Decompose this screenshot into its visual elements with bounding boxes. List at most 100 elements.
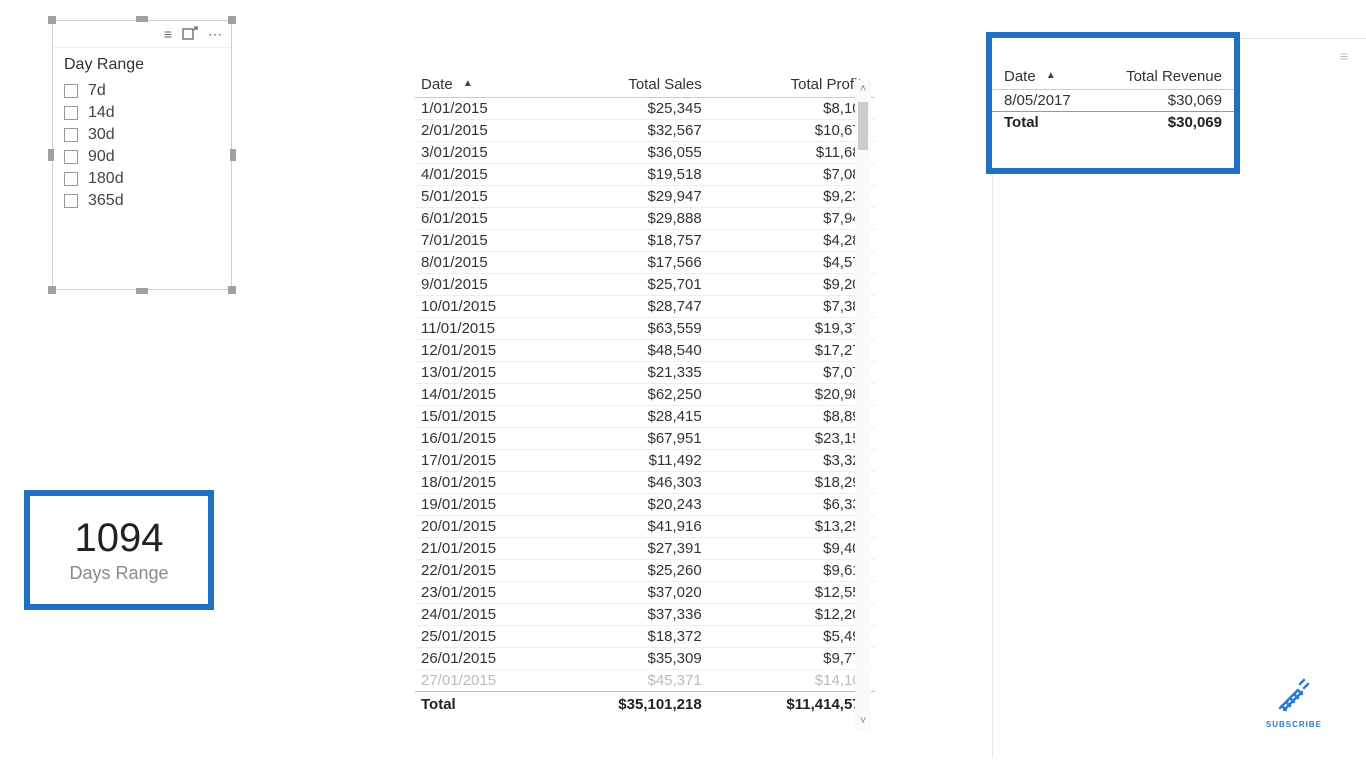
slicer-item-label: 14d xyxy=(88,104,115,122)
slicer-item[interactable]: 14d xyxy=(64,102,220,124)
table-row[interactable]: 23/01/2015$37,020$12,558 xyxy=(415,582,875,604)
cell-sales: $29,947 xyxy=(540,186,707,208)
resize-handle[interactable] xyxy=(228,286,236,294)
slicer-title: Day Range xyxy=(52,48,232,78)
col-date[interactable]: Date ▲ xyxy=(415,72,540,98)
table-row[interactable]: 8/05/2017$30,069 xyxy=(992,90,1234,112)
table-row[interactable]: 13/01/2015$21,335$7,076 xyxy=(415,362,875,384)
scrollbar[interactable]: ˄ ˅ xyxy=(855,80,871,730)
table-row[interactable]: 24/01/2015$37,336$12,203 xyxy=(415,604,875,626)
cell-sales: $45,371 xyxy=(540,670,707,692)
cell-profits: $4,579 xyxy=(708,252,875,274)
focus-mode-icon[interactable] xyxy=(182,26,198,42)
scroll-up-icon[interactable]: ˄ xyxy=(855,80,871,98)
slicer-day-range[interactable]: ≡ ⋯ Day Range 7d 14d 30d90d 180d 365d xyxy=(52,20,232,290)
col-total-sales[interactable]: Total Sales xyxy=(540,72,707,98)
cell-profits: $12,558 xyxy=(708,582,875,604)
cell-profits: $13,256 xyxy=(708,516,875,538)
table-row[interactable]: 26/01/2015$35,309$9,778 xyxy=(415,648,875,670)
checkbox[interactable] xyxy=(64,106,78,120)
table-row[interactable]: 15/01/2015$28,415$8,896 xyxy=(415,406,875,428)
col-date[interactable]: Date ▲ xyxy=(992,64,1096,90)
table-row[interactable]: 21/01/2015$27,391$9,406 xyxy=(415,538,875,560)
table-row[interactable]: 5/01/2015$29,947$9,230 xyxy=(415,186,875,208)
table-row[interactable]: 7/01/2015$18,757$4,286 xyxy=(415,230,875,252)
cell-profits: $9,406 xyxy=(708,538,875,560)
cell-date: 8/05/2017 xyxy=(992,90,1096,112)
table-row[interactable]: 6/01/2015$29,888$7,945 xyxy=(415,208,875,230)
table-total-row: Total $35,101,218 $11,414,575 xyxy=(415,692,875,716)
cell-sales: $18,757 xyxy=(540,230,707,252)
table-row[interactable]: 9/01/2015$25,701$9,204 xyxy=(415,274,875,296)
scroll-thumb[interactable] xyxy=(858,102,868,150)
table-header-row: Date ▲ Total Sales Total Profits xyxy=(415,72,875,98)
slicer-item[interactable]: 180d xyxy=(64,168,220,190)
table-row[interactable]: 8/01/2015$17,566$4,579 xyxy=(415,252,875,274)
cell-date: 4/01/2015 xyxy=(415,164,540,186)
cell-profits: $14,100 xyxy=(708,670,875,692)
resize-handle[interactable] xyxy=(230,149,236,161)
table-row[interactable]: 14/01/2015$62,250$20,987 xyxy=(415,384,875,406)
table-row[interactable]: 17/01/2015$11,492$3,327 xyxy=(415,450,875,472)
checkbox[interactable] xyxy=(64,150,78,164)
cell-date: 18/01/2015 xyxy=(415,472,540,494)
cell-date: 6/01/2015 xyxy=(415,208,540,230)
slicer-item[interactable]: 365d xyxy=(64,190,220,212)
table-row[interactable]: 19/01/2015$20,243$6,331 xyxy=(415,494,875,516)
cell-profits: $11,684 xyxy=(708,142,875,164)
cell-date: 25/01/2015 xyxy=(415,626,540,648)
checkbox[interactable] xyxy=(64,194,78,208)
resize-handle[interactable] xyxy=(136,16,148,22)
col-total-revenue[interactable]: Total Revenue xyxy=(1096,64,1234,90)
table-row[interactable]: 16/01/2015$67,951$23,158 xyxy=(415,428,875,450)
cell-sales: $27,391 xyxy=(540,538,707,560)
cell-sales: $29,888 xyxy=(540,208,707,230)
table-row[interactable]: 2/01/2015$32,567$10,677 xyxy=(415,120,875,142)
table-row[interactable]: 4/01/2015$19,518$7,087 xyxy=(415,164,875,186)
resize-handle[interactable] xyxy=(48,16,56,24)
checkbox[interactable] xyxy=(64,84,78,98)
grip-icon[interactable]: ≡ xyxy=(164,27,172,41)
cell-date: 10/01/2015 xyxy=(415,296,540,318)
table-row[interactable]: 25/01/2015$18,372$5,494 xyxy=(415,626,875,648)
subscribe-logo[interactable]: SUBSCRIBE xyxy=(1266,676,1322,732)
slicer-item[interactable]: 90d xyxy=(64,146,220,168)
card-value: 1094 xyxy=(75,516,164,561)
cell-sales: $37,336 xyxy=(540,604,707,626)
table-sales-profits[interactable]: Date ▲ Total Sales Total Profits 1/01/20… xyxy=(415,72,875,752)
table-row[interactable]: 1/01/2015$25,345$8,104 xyxy=(415,98,875,120)
cell-date: 23/01/2015 xyxy=(415,582,540,604)
table-row[interactable]: 3/01/2015$36,055$11,684 xyxy=(415,142,875,164)
table-row[interactable]: 11/01/2015$63,559$19,377 xyxy=(415,318,875,340)
table-total-revenue[interactable]: ≡ Date ▲ Total Revenue 8/05/2017$30,069 … xyxy=(986,32,1240,174)
cell-profits: $8,104 xyxy=(708,98,875,120)
resize-handle[interactable] xyxy=(48,149,54,161)
table-row[interactable]: 22/01/2015$25,260$9,617 xyxy=(415,560,875,582)
cell-date: 13/01/2015 xyxy=(415,362,540,384)
cell-date: 7/01/2015 xyxy=(415,230,540,252)
table-row[interactable]: 18/01/2015$46,303$18,291 xyxy=(415,472,875,494)
col-total-profits[interactable]: Total Profits xyxy=(708,72,875,98)
total-label: Total xyxy=(992,112,1096,134)
scroll-down-icon[interactable]: ˅ xyxy=(855,712,871,730)
grip-icon[interactable]: ≡ xyxy=(1340,48,1350,64)
card-days-range[interactable]: 1094 Days Range xyxy=(24,490,214,610)
more-options-icon[interactable]: ⋯ xyxy=(208,27,222,41)
cell-profits: $7,945 xyxy=(708,208,875,230)
checkbox[interactable] xyxy=(64,128,78,142)
cell-sales: $17,566 xyxy=(540,252,707,274)
slicer-item[interactable]: 7d xyxy=(64,80,220,102)
checkbox[interactable] xyxy=(64,172,78,186)
resize-handle[interactable] xyxy=(228,16,236,24)
slicer-item[interactable]: 30d xyxy=(64,124,220,146)
cell-sales: $25,701 xyxy=(540,274,707,296)
resize-handle[interactable] xyxy=(48,286,56,294)
cell-date: 16/01/2015 xyxy=(415,428,540,450)
cell-date: 26/01/2015 xyxy=(415,648,540,670)
table-row[interactable]: 12/01/2015$48,540$17,277 xyxy=(415,340,875,362)
table-row[interactable]: 20/01/2015$41,916$13,256 xyxy=(415,516,875,538)
sort-ascending-icon: ▲ xyxy=(463,78,473,89)
resize-handle[interactable] xyxy=(136,288,148,294)
slicer-item-label: 180d xyxy=(88,170,124,188)
table-row[interactable]: 10/01/2015$28,747$7,384 xyxy=(415,296,875,318)
